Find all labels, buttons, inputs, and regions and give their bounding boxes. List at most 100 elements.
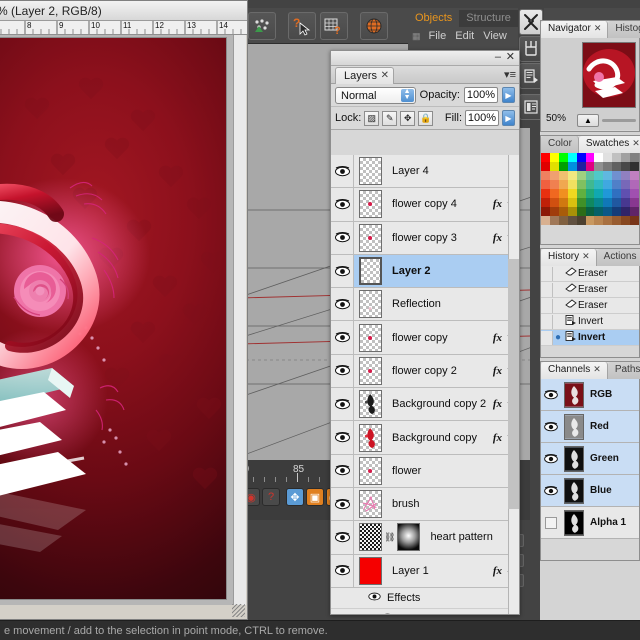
color-swatch[interactable]	[621, 216, 631, 225]
color-swatch[interactable]	[603, 180, 613, 189]
channel-thumbnail[interactable]	[564, 477, 584, 504]
navigator-zoom-value[interactable]: 50%	[544, 113, 574, 127]
close-icon[interactable]: ✕	[632, 138, 640, 148]
menu-edit[interactable]: Edit	[455, 30, 474, 42]
color-swatch[interactable]	[612, 207, 622, 216]
color-swatch[interactable]	[576, 162, 586, 171]
color-swatch[interactable]	[594, 162, 604, 171]
navigator-thumbnail[interactable]	[582, 42, 636, 108]
document-titlebar[interactable]: % (Layer 2, RGB/8)	[0, 1, 247, 21]
close-icon[interactable]: ✕	[381, 70, 389, 81]
color-swatch[interactable]	[567, 216, 577, 225]
canvas-scroll-area[interactable]	[0, 35, 245, 605]
fill-slider-arrow-icon[interactable]: ▶	[502, 110, 515, 126]
color-swatch[interactable]	[603, 189, 613, 198]
layer-thumbnail[interactable]	[359, 157, 382, 186]
layer-effects-group[interactable]: Effects	[331, 587, 519, 609]
layer-visibility-eye-icon[interactable]	[381, 613, 394, 614]
mask-link-icon[interactable]: ⛓	[384, 532, 395, 543]
color-swatch[interactable]	[594, 180, 604, 189]
layer-visibility-eye-icon[interactable]	[331, 421, 354, 454]
minimize-icon[interactable]: –	[495, 51, 501, 63]
color-swatch[interactable]	[603, 216, 613, 225]
channel-row[interactable]: Red	[541, 411, 639, 443]
layer-row[interactable]: flower copyfx▼	[331, 321, 519, 355]
resize-grip[interactable]	[232, 604, 245, 617]
layer-visibility-eye-icon[interactable]	[331, 221, 354, 254]
layer-row[interactable]: flower copy 4fx▼	[331, 188, 519, 222]
color-swatch[interactable]	[621, 189, 631, 198]
color-swatch[interactable]	[558, 198, 568, 207]
channel-thumbnail[interactable]	[564, 381, 584, 408]
color-swatch[interactable]	[558, 171, 568, 180]
move-lock-icon[interactable]: ✥	[400, 110, 416, 126]
close-icon[interactable]: ✕	[506, 51, 515, 63]
color-swatch[interactable]	[630, 198, 639, 207]
history-item[interactable]: Invert	[541, 314, 639, 330]
channel-row[interactable]: RGB	[541, 379, 639, 411]
color-swatch[interactable]	[630, 180, 639, 189]
color-swatch[interactable]	[585, 216, 595, 225]
layer-effects-fx-icon[interactable]: fx	[493, 198, 502, 210]
layer-row[interactable]: ⛓ heart pattern	[331, 521, 519, 555]
channel-visibility-eye-icon[interactable]	[541, 485, 561, 496]
grid-handle-icon[interactable]: ▦	[412, 31, 420, 42]
layer-row[interactable]: Background copyfx▼	[331, 421, 519, 455]
layer-visibility-eye-icon[interactable]	[331, 321, 354, 354]
channel-thumbnail[interactable]	[564, 413, 584, 440]
tab-paths[interactable]: Paths	[607, 362, 640, 379]
color-swatch[interactable]	[576, 207, 586, 216]
color-swatch[interactable]	[621, 153, 631, 162]
layer-effects-fx-icon[interactable]: fx	[493, 565, 502, 577]
layers-scrollbar-thumb[interactable]	[508, 259, 519, 509]
color-swatch[interactable]	[585, 207, 595, 216]
color-swatch[interactable]	[585, 198, 595, 207]
layer-effects-fx-icon[interactable]: fx	[493, 232, 502, 244]
color-swatch[interactable]	[558, 162, 568, 171]
close-icon[interactable]: ✕	[594, 23, 602, 33]
layer-row[interactable]: Layer 4	[331, 155, 519, 189]
color-swatch[interactable]	[576, 198, 586, 207]
layer-row[interactable]: Layer 2	[331, 254, 519, 289]
color-swatch[interactable]	[576, 216, 586, 225]
layer-thumbnail[interactable]	[359, 290, 382, 319]
layer-row[interactable]: Background copy 2fx▼	[331, 388, 519, 422]
history-list[interactable]: Eraser Eraser Eraser Invert ● Invert	[541, 266, 639, 346]
color-swatch[interactable]	[594, 189, 604, 198]
color-swatch[interactable]	[541, 198, 550, 207]
history-snapshot-box[interactable]	[541, 298, 553, 313]
layer-visibility-eye-icon[interactable]	[331, 254, 354, 288]
color-swatch[interactable]	[549, 207, 559, 216]
zoom-slider-handle[interactable]: ▲	[577, 113, 599, 127]
color-swatch[interactable]	[630, 216, 639, 225]
layer-effects-fx-icon[interactable]: fx	[493, 398, 502, 410]
channel-visibility-off-icon[interactable]	[541, 516, 561, 529]
tab-structure[interactable]: Structure	[459, 10, 518, 27]
tab-channels[interactable]: Channels ✕	[541, 362, 608, 379]
layer-visibility-eye-icon[interactable]	[331, 454, 354, 487]
help-grid-icon[interactable]: ?	[320, 12, 348, 40]
channel-row[interactable]: Blue	[541, 475, 639, 507]
document-canvas[interactable]	[0, 37, 227, 600]
color-swatch[interactable]	[549, 153, 559, 162]
opacity-input[interactable]: 100%	[464, 87, 498, 103]
color-swatch[interactable]	[549, 162, 559, 171]
color-swatch[interactable]	[612, 216, 622, 225]
layer-visibility-eye-icon[interactable]	[331, 288, 354, 321]
fill-input[interactable]: 100%	[465, 110, 499, 126]
layer-visibility-eye-icon[interactable]	[331, 487, 354, 521]
layer-thumbnail[interactable]	[359, 356, 382, 385]
layer-thumbnail[interactable]	[359, 423, 382, 452]
layer-effects-fx-icon[interactable]: fx	[493, 332, 502, 344]
tab-layers[interactable]: Layers ✕	[335, 67, 395, 84]
tab-swatches[interactable]: Swatches ✕	[578, 136, 640, 153]
layer-row[interactable]: flower copy 3fx▼	[331, 221, 519, 255]
layers-panel-titlebar[interactable]: – ✕	[331, 51, 519, 66]
channel-visibility-eye-icon[interactable]	[541, 421, 561, 432]
color-swatch[interactable]	[576, 171, 586, 180]
layer-thumbnail[interactable]	[359, 523, 382, 552]
history-snapshot-box[interactable]	[541, 314, 553, 329]
color-swatch[interactable]	[594, 207, 604, 216]
color-swatch[interactable]	[603, 198, 613, 207]
channel-thumbnail[interactable]	[564, 509, 584, 536]
